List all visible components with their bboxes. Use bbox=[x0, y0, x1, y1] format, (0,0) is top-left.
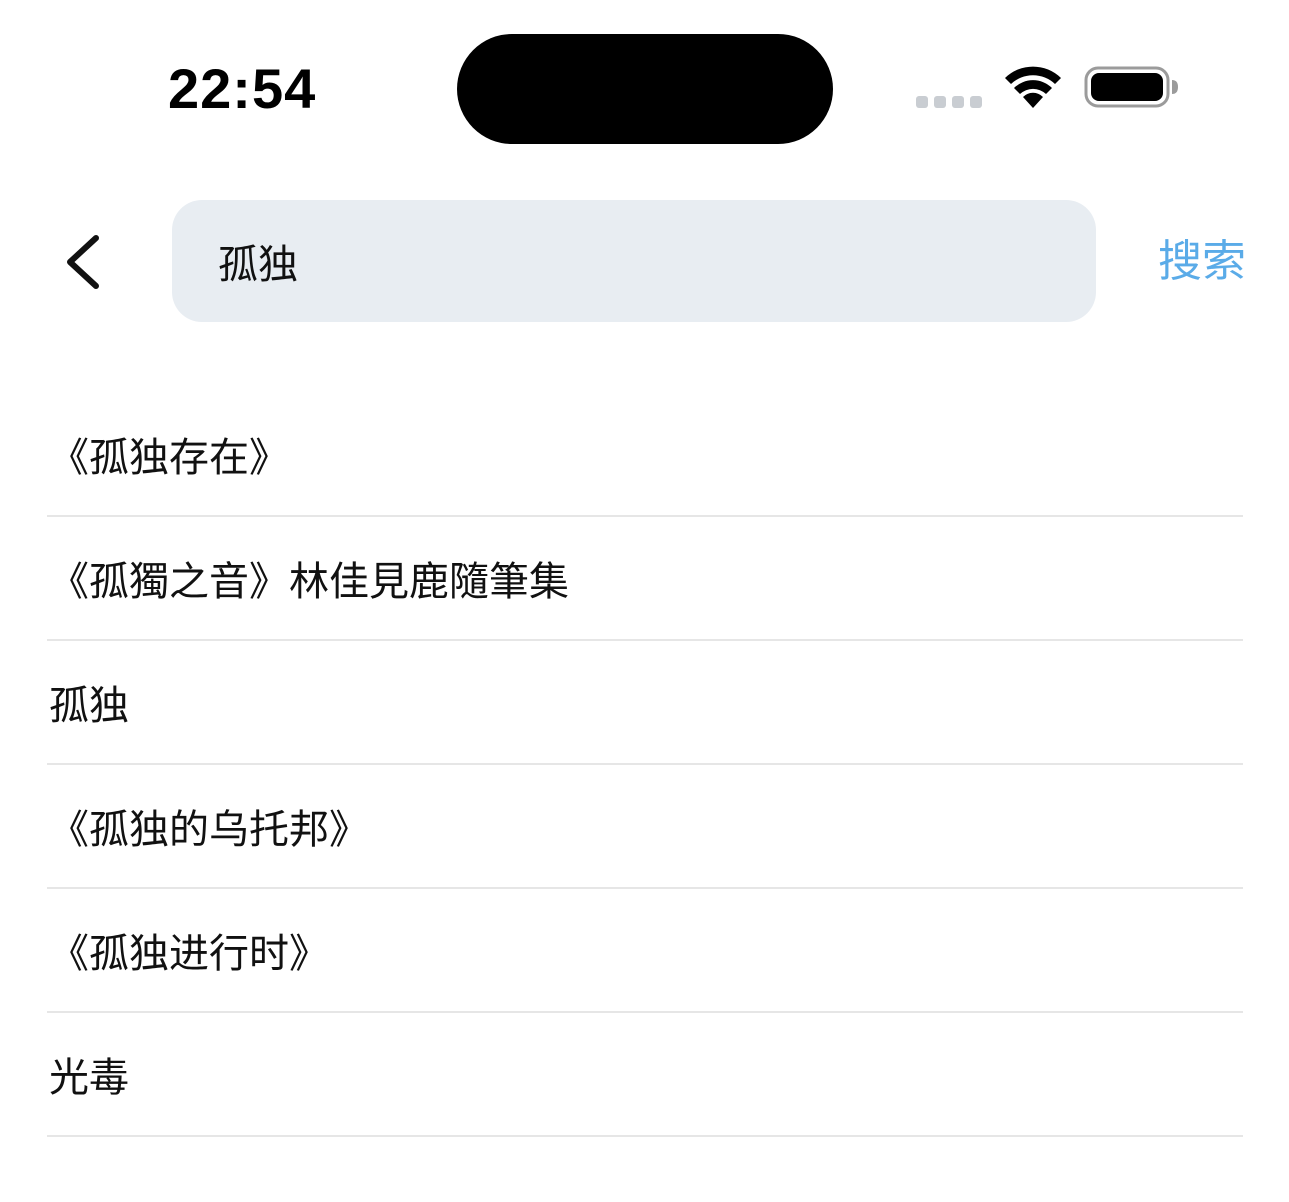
chevron-left-icon bbox=[67, 235, 99, 289]
search-box bbox=[172, 200, 1096, 322]
suggestion-label: 光毒 bbox=[49, 1055, 129, 1101]
suggestion-item[interactable]: 《孤独的乌托邦》 bbox=[47, 765, 1243, 889]
suggestion-item[interactable]: 《孤独进行时》 bbox=[47, 889, 1243, 1013]
suggestion-label: 《孤独存在》 bbox=[49, 434, 289, 481]
status-bar: 22:54 bbox=[0, 0, 1289, 170]
suggestion-label: 《孤独的乌托邦》 bbox=[49, 807, 369, 853]
cellular-signal-icon bbox=[916, 96, 984, 108]
battery-icon bbox=[1084, 66, 1178, 108]
search-button[interactable]: 搜索 bbox=[1120, 228, 1246, 296]
suggestion-label: 孤独 bbox=[49, 683, 129, 729]
suggestion-item[interactable]: 《孤獨之音》林佳見鹿隨筆集 bbox=[47, 517, 1243, 641]
status-time: 22:54 bbox=[168, 57, 317, 120]
suggestion-label: 《孤獨之音》林佳見鹿隨筆集 bbox=[49, 559, 569, 605]
suggestion-list: 《孤独存在》 《孤獨之音》林佳見鹿隨筆集 孤独 《孤独的乌托邦》 《孤独进行时》… bbox=[47, 392, 1243, 1137]
search-input[interactable] bbox=[218, 200, 1068, 322]
suggestion-label: 《孤独进行时》 bbox=[49, 931, 329, 977]
suggestion-item[interactable]: 《孤独存在》 bbox=[47, 392, 1243, 517]
suggestion-item[interactable]: 光毒 bbox=[47, 1013, 1243, 1137]
suggestion-item[interactable]: 孤独 bbox=[47, 641, 1243, 765]
dynamic-island bbox=[457, 34, 833, 144]
back-button[interactable] bbox=[52, 222, 118, 302]
wifi-icon bbox=[1005, 66, 1061, 108]
